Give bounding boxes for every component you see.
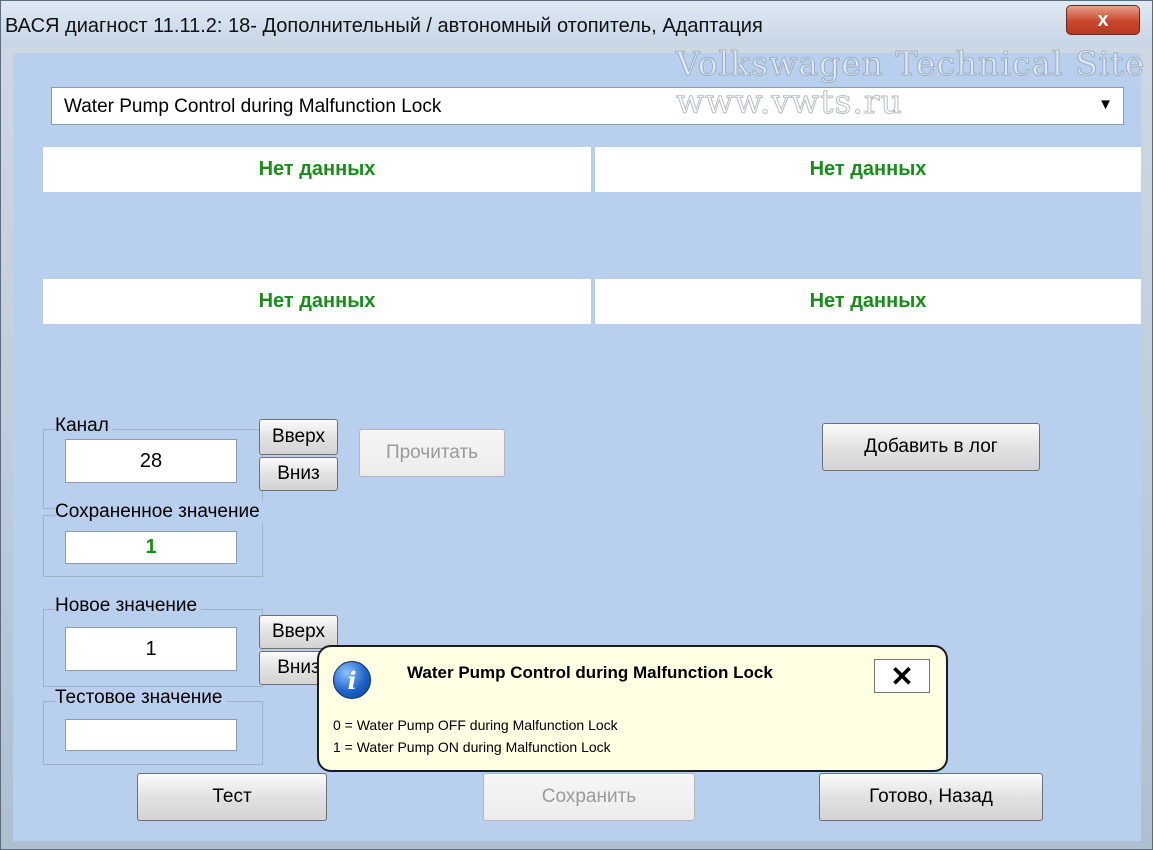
test-button[interactable]: Тест (137, 773, 327, 821)
window-title: ВАСЯ диагност 11.11.2: 18- Дополнительны… (5, 15, 763, 37)
new-value-up-button[interactable]: Вверх (259, 615, 338, 649)
data-cell-2: Нет данных (595, 147, 1141, 192)
channel-input[interactable]: 28 (65, 439, 237, 483)
save-button[interactable]: Сохранить (483, 773, 695, 821)
read-button[interactable]: Прочитать (359, 429, 505, 477)
new-value-input[interactable]: 1 (65, 627, 237, 671)
info-icon: i (333, 661, 371, 699)
channel-down-button[interactable]: Вниз (259, 457, 338, 491)
title-bar[interactable]: ВАСЯ диагност 11.11.2: 18- Дополнительны… (1, 1, 1152, 47)
data-cell-4: Нет данных (595, 279, 1141, 324)
tooltip-close-button[interactable]: ✕ (874, 659, 930, 693)
add-to-log-button[interactable]: Добавить в лог (822, 423, 1040, 471)
channel-label: Канал (55, 415, 113, 437)
tooltip-title: Water Pump Control during Malfunction Lo… (407, 663, 773, 682)
tooltip-line-1: 0 = Water Pump OFF during Malfunction Lo… (333, 717, 618, 733)
channel-up-button[interactable]: Вверх (259, 419, 338, 455)
measurement-select[interactable]: Water Pump Control during Malfunction Lo… (51, 87, 1124, 125)
new-value-label: Новое значение (55, 595, 202, 617)
measurement-select-value: Water Pump Control during Malfunction Lo… (64, 96, 442, 117)
help-tooltip: i Water Pump Control during Malfunction … (317, 645, 948, 772)
done-back-button[interactable]: Готово, Назад (819, 773, 1043, 821)
test-value-label: Тестовое значение (55, 687, 227, 709)
chevron-down-icon[interactable]: ▼ (1098, 96, 1113, 113)
window-close-button[interactable]: x (1066, 5, 1140, 35)
data-cell-1: Нет данных (43, 147, 591, 192)
tooltip-line-2: 1 = Water Pump ON during Malfunction Loc… (333, 739, 611, 755)
data-cell-3: Нет данных (43, 279, 591, 324)
saved-value-label: Сохраненное значение (55, 501, 264, 523)
saved-value-field: 1 (65, 531, 237, 564)
app-window: ВАСЯ диагност 11.11.2: 18- Дополнительны… (0, 0, 1153, 850)
test-value-input[interactable] (65, 719, 237, 751)
